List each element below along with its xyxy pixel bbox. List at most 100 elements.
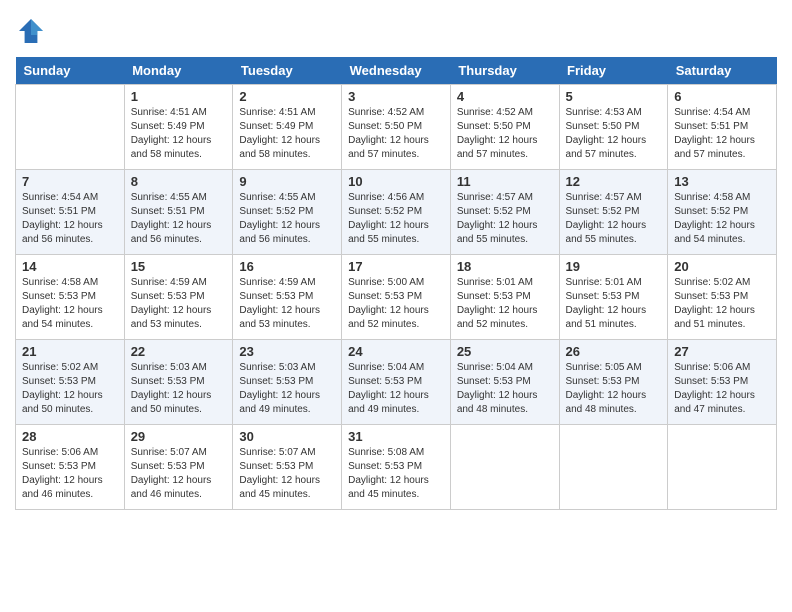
calendar-cell: 9 Sunrise: 4:55 AM Sunset: 5:52 PM Daylig…	[233, 170, 342, 255]
day-number: 20	[674, 259, 770, 274]
calendar-cell: 15 Sunrise: 4:59 AM Sunset: 5:53 PM Dayli…	[124, 255, 233, 340]
day-number: 27	[674, 344, 770, 359]
day-number: 30	[239, 429, 335, 444]
day-number: 31	[348, 429, 444, 444]
day-info: Sunrise: 4:54 AM Sunset: 5:51 PM Dayligh…	[674, 106, 770, 162]
calendar-cell: 3Sunrise: 4:52 AM Sunset: 5:50 PM Daylig…	[342, 85, 451, 170]
day-number: 7	[22, 174, 118, 189]
day-info: Sunrise: 5:03 AM Sunset: 5:53 PM Dayligh…	[239, 361, 335, 417]
day-number: 11	[457, 174, 553, 189]
day-number: 18	[457, 259, 553, 274]
calendar-cell: 13 Sunrise: 4:58 AM Sunset: 5:52 PM Dayli…	[668, 170, 777, 255]
day-number: 29	[131, 429, 227, 444]
calendar-header: SundayMondayTuesdayWednesdayThursdayFrid…	[16, 57, 777, 85]
page-header	[15, 15, 777, 47]
day-info: Sunrise: 4:57 AM Sunset: 5:52 PM Dayligh…	[457, 191, 553, 247]
day-number: 17	[348, 259, 444, 274]
day-number: 19	[566, 259, 662, 274]
logo	[15, 15, 51, 47]
day-info: Sunrise: 5:07 AM Sunset: 5:53 PM Dayligh…	[239, 446, 335, 502]
calendar-cell: 23 Sunrise: 5:03 AM Sunset: 5:53 PM Dayli…	[233, 340, 342, 425]
weekday-header: Monday	[124, 57, 233, 85]
day-info: Sunrise: 5:01 AM Sunset: 5:53 PM Dayligh…	[566, 276, 662, 332]
day-info: Sunrise: 5:08 AM Sunset: 5:53 PM Dayligh…	[348, 446, 444, 502]
day-info: Sunrise: 5:03 AM Sunset: 5:53 PM Dayligh…	[131, 361, 227, 417]
day-info: Sunrise: 5:04 AM Sunset: 5:53 PM Dayligh…	[348, 361, 444, 417]
day-info: Sunrise: 5:01 AM Sunset: 5:53 PM Dayligh…	[457, 276, 553, 332]
calendar-cell: 19 Sunrise: 5:01 AM Sunset: 5:53 PM Dayli…	[559, 255, 668, 340]
weekday-header: Saturday	[668, 57, 777, 85]
weekday-header: Sunday	[16, 57, 125, 85]
day-number: 22	[131, 344, 227, 359]
day-number: 3	[348, 89, 444, 104]
day-number: 15	[131, 259, 227, 274]
weekday-header: Thursday	[450, 57, 559, 85]
day-info: Sunrise: 5:06 AM Sunset: 5:53 PM Dayligh…	[22, 446, 118, 502]
calendar-cell: 26 Sunrise: 5:05 AM Sunset: 5:53 PM Dayli…	[559, 340, 668, 425]
calendar-cell	[450, 425, 559, 510]
day-info: Sunrise: 4:59 AM Sunset: 5:53 PM Dayligh…	[239, 276, 335, 332]
calendar-week-row: 14Sunrise: 4:58 AM Sunset: 5:53 PM Dayli…	[16, 255, 777, 340]
calendar-cell: 24 Sunrise: 5:04 AM Sunset: 5:53 PM Dayli…	[342, 340, 451, 425]
day-number: 28	[22, 429, 118, 444]
calendar-cell: 29 Sunrise: 5:07 AM Sunset: 5:53 PM Dayli…	[124, 425, 233, 510]
calendar-cell	[559, 425, 668, 510]
day-info: Sunrise: 4:58 AM Sunset: 5:52 PM Dayligh…	[674, 191, 770, 247]
calendar-cell: 10 Sunrise: 4:56 AM Sunset: 5:52 PM Dayli…	[342, 170, 451, 255]
day-number: 12	[566, 174, 662, 189]
calendar-cell: 11 Sunrise: 4:57 AM Sunset: 5:52 PM Dayli…	[450, 170, 559, 255]
day-info: Sunrise: 5:02 AM Sunset: 5:53 PM Dayligh…	[674, 276, 770, 332]
calendar-body: 1 Sunrise: 4:51 AM Sunset: 5:49 PM Daylig…	[16, 85, 777, 510]
day-number: 21	[22, 344, 118, 359]
day-info: Sunrise: 4:55 AM Sunset: 5:52 PM Dayligh…	[239, 191, 335, 247]
calendar-week-row: 7 Sunrise: 4:54 AM Sunset: 5:51 PM Daylig…	[16, 170, 777, 255]
day-info: Sunrise: 5:06 AM Sunset: 5:53 PM Dayligh…	[674, 361, 770, 417]
calendar-cell: 7 Sunrise: 4:54 AM Sunset: 5:51 PM Daylig…	[16, 170, 125, 255]
logo-icon	[15, 15, 47, 47]
day-info: Sunrise: 4:51 AM Sunset: 5:49 PM Dayligh…	[239, 106, 335, 162]
day-number: 6	[674, 89, 770, 104]
day-info: Sunrise: 4:52 AM Sunset: 5:50 PM Dayligh…	[457, 106, 553, 162]
calendar-cell: 30 Sunrise: 5:07 AM Sunset: 5:53 PM Dayli…	[233, 425, 342, 510]
day-info: Sunrise: 5:07 AM Sunset: 5:53 PM Dayligh…	[131, 446, 227, 502]
calendar-cell	[16, 85, 125, 170]
calendar-cell: 22 Sunrise: 5:03 AM Sunset: 5:53 PM Dayli…	[124, 340, 233, 425]
day-number: 24	[348, 344, 444, 359]
day-number: 8	[131, 174, 227, 189]
weekday-row: SundayMondayTuesdayWednesdayThursdayFrid…	[16, 57, 777, 85]
calendar-cell: 18 Sunrise: 5:01 AM Sunset: 5:53 PM Dayli…	[450, 255, 559, 340]
day-number: 1	[131, 89, 227, 104]
day-number: 2	[239, 89, 335, 104]
calendar-cell: 2 Sunrise: 4:51 AM Sunset: 5:49 PM Daylig…	[233, 85, 342, 170]
weekday-header: Tuesday	[233, 57, 342, 85]
day-number: 13	[674, 174, 770, 189]
calendar-cell: 17 Sunrise: 5:00 AM Sunset: 5:53 PM Dayli…	[342, 255, 451, 340]
day-info: Sunrise: 4:56 AM Sunset: 5:52 PM Dayligh…	[348, 191, 444, 247]
day-info: Sunrise: 4:59 AM Sunset: 5:53 PM Dayligh…	[131, 276, 227, 332]
calendar-cell: 31 Sunrise: 5:08 AM Sunset: 5:53 PM Dayli…	[342, 425, 451, 510]
calendar-cell	[668, 425, 777, 510]
calendar-cell: 4 Sunrise: 4:52 AM Sunset: 5:50 PM Daylig…	[450, 85, 559, 170]
calendar-cell: 6 Sunrise: 4:54 AM Sunset: 5:51 PM Daylig…	[668, 85, 777, 170]
day-number: 10	[348, 174, 444, 189]
calendar-cell: 14Sunrise: 4:58 AM Sunset: 5:53 PM Dayli…	[16, 255, 125, 340]
calendar-week-row: 21 Sunrise: 5:02 AM Sunset: 5:53 PM Dayli…	[16, 340, 777, 425]
day-number: 4	[457, 89, 553, 104]
calendar-cell: 8Sunrise: 4:55 AM Sunset: 5:51 PM Daylig…	[124, 170, 233, 255]
day-info: Sunrise: 4:54 AM Sunset: 5:51 PM Dayligh…	[22, 191, 118, 247]
day-number: 26	[566, 344, 662, 359]
day-info: Sunrise: 5:05 AM Sunset: 5:53 PM Dayligh…	[566, 361, 662, 417]
day-info: Sunrise: 5:04 AM Sunset: 5:53 PM Dayligh…	[457, 361, 553, 417]
calendar-cell: 16Sunrise: 4:59 AM Sunset: 5:53 PM Dayli…	[233, 255, 342, 340]
calendar-cell: 5 Sunrise: 4:53 AM Sunset: 5:50 PM Daylig…	[559, 85, 668, 170]
day-info: Sunrise: 5:02 AM Sunset: 5:53 PM Dayligh…	[22, 361, 118, 417]
day-info: Sunrise: 5:00 AM Sunset: 5:53 PM Dayligh…	[348, 276, 444, 332]
day-number: 25	[457, 344, 553, 359]
day-info: Sunrise: 4:53 AM Sunset: 5:50 PM Dayligh…	[566, 106, 662, 162]
weekday-header: Friday	[559, 57, 668, 85]
day-number: 23	[239, 344, 335, 359]
calendar-cell: 25 Sunrise: 5:04 AM Sunset: 5:53 PM Dayli…	[450, 340, 559, 425]
calendar-cell: 1Sunrise: 4:51 AM Sunset: 5:49 PM Daylig…	[124, 85, 233, 170]
day-number: 9	[239, 174, 335, 189]
day-number: 5	[566, 89, 662, 104]
